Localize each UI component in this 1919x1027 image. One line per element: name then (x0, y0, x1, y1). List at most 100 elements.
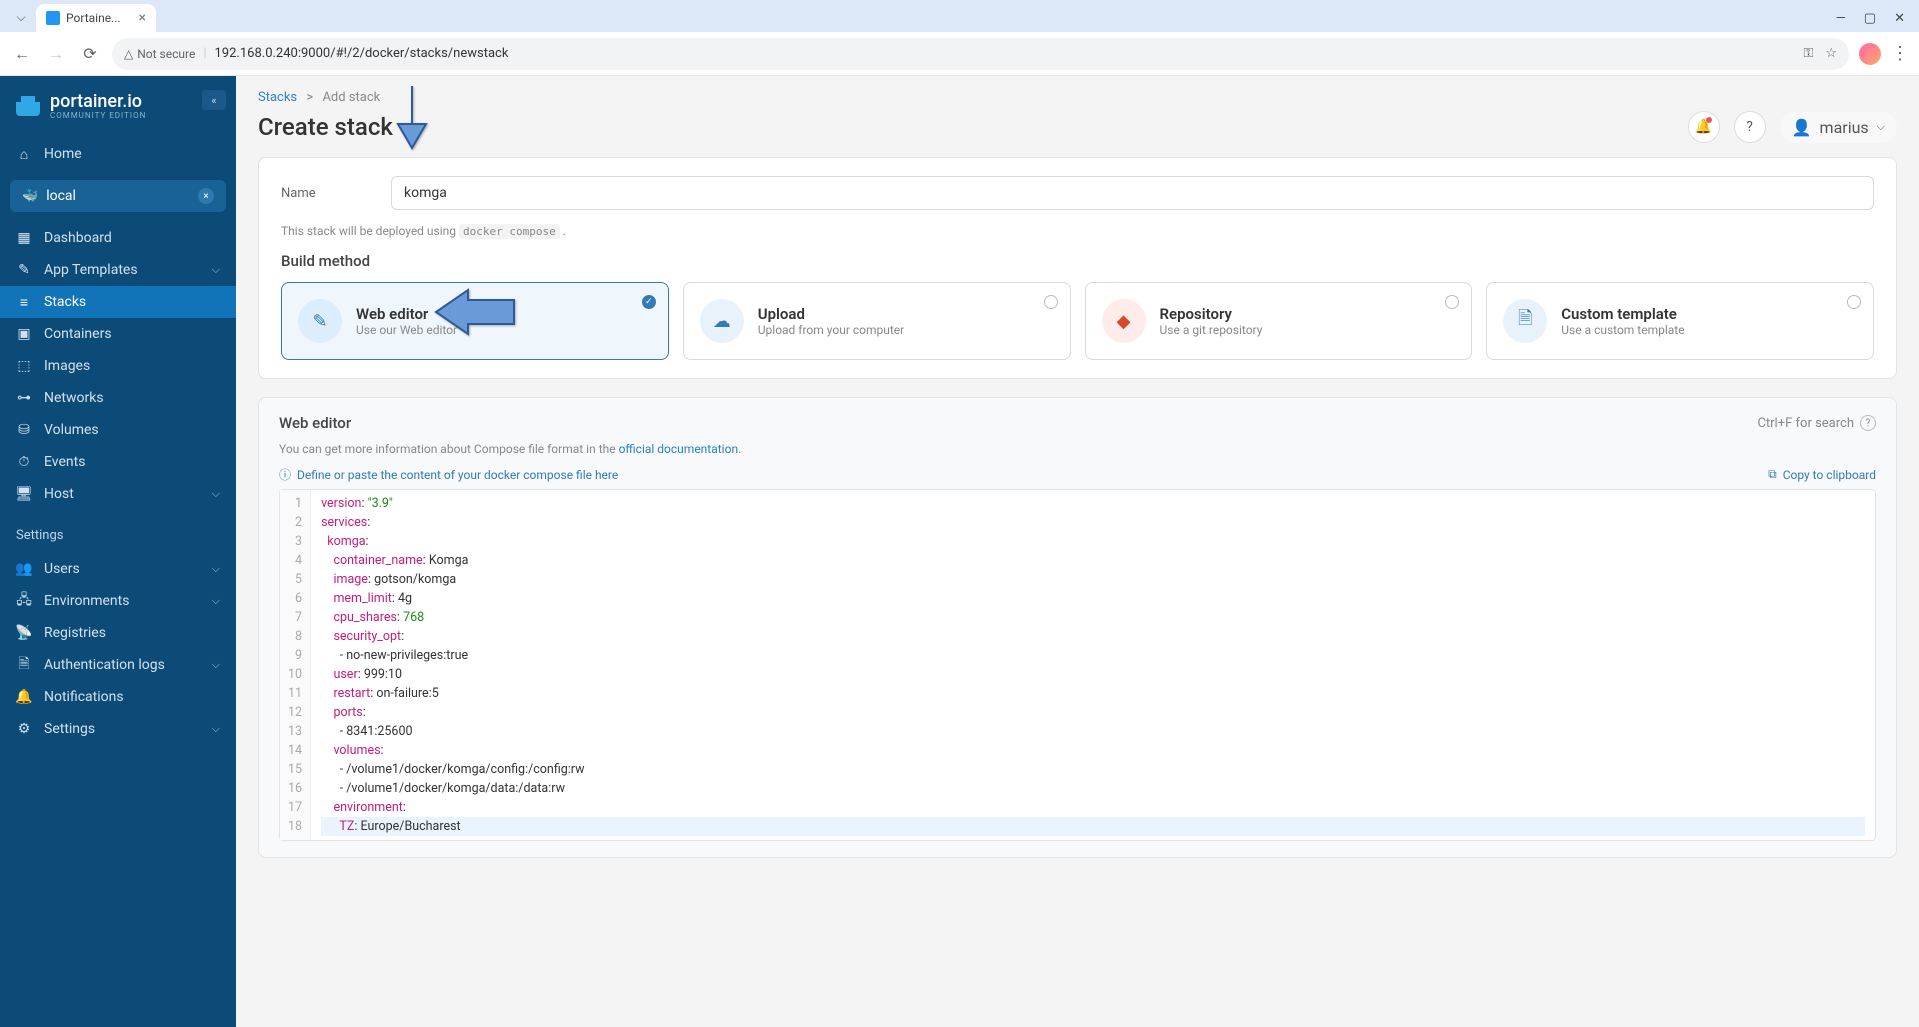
sidebar-item-home[interactable]: ⌂ Home (0, 138, 236, 170)
code-line[interactable]: environment: (321, 798, 1865, 817)
notifications-button[interactable]: 🔔 (1688, 111, 1720, 143)
breadcrumb-leaf: Add stack (322, 90, 380, 105)
code-line[interactable]: - /volume1/docker/komga/config:/config:r… (321, 760, 1865, 779)
breadcrumb: Stacks > Add stack (236, 76, 1919, 109)
code-content[interactable]: version: "3.9"services: komga: container… (311, 490, 1875, 840)
sidebar-item-label: Images (44, 358, 90, 374)
url-text: 192.168.0.240:9000/#!/2/docker/stacks/ne… (215, 46, 509, 61)
sidebar-item-stacks[interactable]: ≡Stacks (0, 286, 236, 318)
sidebar-item-label: Settings (44, 721, 95, 737)
tab-list-dropdown[interactable]: ⌵ (12, 8, 30, 26)
security-indicator[interactable]: △ Not secure (124, 47, 195, 61)
url-bar[interactable]: △ Not secure | 192.168.0.240:9000/#!/2/d… (112, 38, 1849, 70)
sidebar-item-networks[interactable]: ⊶Networks (0, 382, 236, 414)
sidebar-item-environments[interactable]: 🖧Environments⌵ (0, 585, 236, 617)
environment-selector[interactable]: 🐳 local × (10, 180, 226, 212)
code-line[interactable]: - no-new-privileges:true (321, 646, 1865, 665)
tab-favicon-icon (46, 11, 60, 25)
documentation-link[interactable]: official documentation (619, 442, 739, 456)
web-editor-card: Web editor Ctrl+F for search ? You can g… (258, 397, 1897, 858)
help-icon: ? (1746, 119, 1753, 135)
code-line[interactable]: TZ: Europe/Bucharest (321, 817, 1865, 836)
method-icon: ◆ (1102, 299, 1146, 343)
user-menu[interactable]: 👤 marius ⌵ (1780, 112, 1897, 143)
sidebar-item-notifications[interactable]: 🔔Notifications (0, 681, 236, 713)
build-method-upload[interactable]: ☁ Upload Upload from your computer (683, 282, 1071, 360)
back-button[interactable]: ← (10, 42, 34, 66)
breadcrumb-separator: > (306, 90, 313, 105)
help-circle-icon[interactable]: ? (1860, 415, 1876, 431)
forward-button[interactable]: → (44, 42, 68, 66)
build-method-web-editor[interactable]: ✎ Web editor Use our Web editor ✓ (281, 282, 669, 360)
code-line[interactable]: user: 999:10 (321, 665, 1865, 684)
chevron-down-icon: ⌵ (212, 722, 220, 736)
sidebar-item-images[interactable]: ⬚ Images (0, 350, 236, 382)
code-line[interactable]: komga: (321, 532, 1865, 551)
nav-icon: ⏱ (16, 454, 32, 470)
sidebar-item-settings[interactable]: ⚙Settings⌵ (0, 713, 236, 745)
sidebar-item-label: Users (44, 561, 80, 577)
sidebar-item-containers[interactable]: ▣Containers (0, 318, 236, 350)
profile-avatar-icon[interactable] (1859, 43, 1881, 65)
code-line[interactable]: version: "3.9" (321, 494, 1865, 513)
sidebar-collapse-button[interactable]: « (202, 90, 226, 110)
settings-section-label: Settings (0, 514, 236, 549)
method-subtitle: Use a custom template (1561, 323, 1684, 337)
inline-code: docker compose (459, 224, 560, 239)
code-line[interactable]: restart: on-failure:5 (321, 684, 1865, 703)
sidebar-item-registries[interactable]: 📡Registries (0, 617, 236, 649)
nav-icon: ✎ (16, 262, 32, 278)
code-line[interactable]: - 8341:25600 (321, 722, 1865, 741)
bookmark-star-icon[interactable]: ☆ (1825, 46, 1837, 61)
nav-icon: ⊶ (16, 390, 32, 406)
sidebar-item-label: Environments (44, 593, 129, 609)
stack-name-input[interactable] (391, 176, 1874, 210)
page-title: Create stack (258, 113, 393, 141)
build-method-repository[interactable]: ◆ Repository Use a git repository (1085, 282, 1473, 360)
logo[interactable]: portainer.io COMMUNITY EDITION (0, 76, 236, 134)
code-line[interactable]: volumes: (321, 741, 1865, 760)
nav-icon: ▣ (16, 326, 32, 342)
breadcrumb-root[interactable]: Stacks (258, 90, 297, 105)
code-editor[interactable]: 123456789101112131415161718 version: "3.… (279, 489, 1876, 841)
nav-icon: ⬚ (16, 358, 32, 374)
chevron-down-icon: ⌵ (212, 562, 220, 576)
browser-tab[interactable]: Portaine... × (36, 4, 156, 32)
browser-menu-icon[interactable]: ⋮ (1891, 43, 1909, 64)
sidebar-item-app-templates[interactable]: ✎App Templates⌵ (0, 254, 236, 286)
sidebar-item-events[interactable]: ⏱Events (0, 446, 236, 478)
build-method-custom-template[interactable]: 🗎 Custom template Use a custom template (1486, 282, 1874, 360)
close-icon[interactable]: × (139, 10, 146, 26)
environment-close-icon[interactable]: × (198, 188, 214, 204)
nav-icon: 🖧 (16, 593, 32, 609)
help-button[interactable]: ? (1734, 111, 1766, 143)
code-line[interactable]: mem_limit: 4g (321, 589, 1865, 608)
sidebar-item-host[interactable]: 🖥Host⌵ (0, 478, 236, 510)
password-key-icon[interactable]: ⚿ (1803, 46, 1813, 61)
radio-indicator-icon (1044, 295, 1058, 309)
editor-help-text: You can get more information about Compo… (279, 442, 1876, 456)
method-title: Web editor (356, 305, 457, 323)
sidebar-item-authentication-logs[interactable]: 🗎Authentication logs⌵ (0, 649, 236, 681)
minimize-icon[interactable]: — (1836, 11, 1846, 26)
code-line[interactable]: services: (321, 513, 1865, 532)
sidebar-item-users[interactable]: 👥Users⌵ (0, 553, 236, 585)
user-icon: 👤 (1792, 118, 1812, 137)
code-line[interactable]: security_opt: (321, 627, 1865, 646)
sidebar-item-label: Volumes (44, 422, 99, 438)
sidebar-item-dashboard[interactable]: ▦Dashboard (0, 222, 236, 254)
code-line[interactable]: container_name: Komga (321, 551, 1865, 570)
reload-button[interactable]: ⟳ (78, 42, 102, 66)
copy-to-clipboard-button[interactable]: ⧉ Copy to clipboard (1768, 467, 1876, 482)
close-window-icon[interactable]: ✕ (1894, 11, 1905, 26)
code-line[interactable]: - /volume1/docker/komga/data:/data:rw (321, 779, 1865, 798)
window-controls: — ▢ ✕ (1836, 11, 1905, 26)
code-line[interactable]: image: gotson/komga (321, 570, 1865, 589)
chevron-down-icon: ⌵ (212, 263, 220, 277)
maximize-icon[interactable]: ▢ (1864, 11, 1876, 26)
code-line[interactable]: ports: (321, 703, 1865, 722)
code-line[interactable]: cpu_shares: 768 (321, 608, 1865, 627)
browser-tab-strip: ⌵ Portaine... × — ▢ ✕ (0, 0, 1919, 32)
sidebar-item-volumes[interactable]: ⛁Volumes (0, 414, 236, 446)
info-icon: ⓘ (279, 466, 291, 483)
